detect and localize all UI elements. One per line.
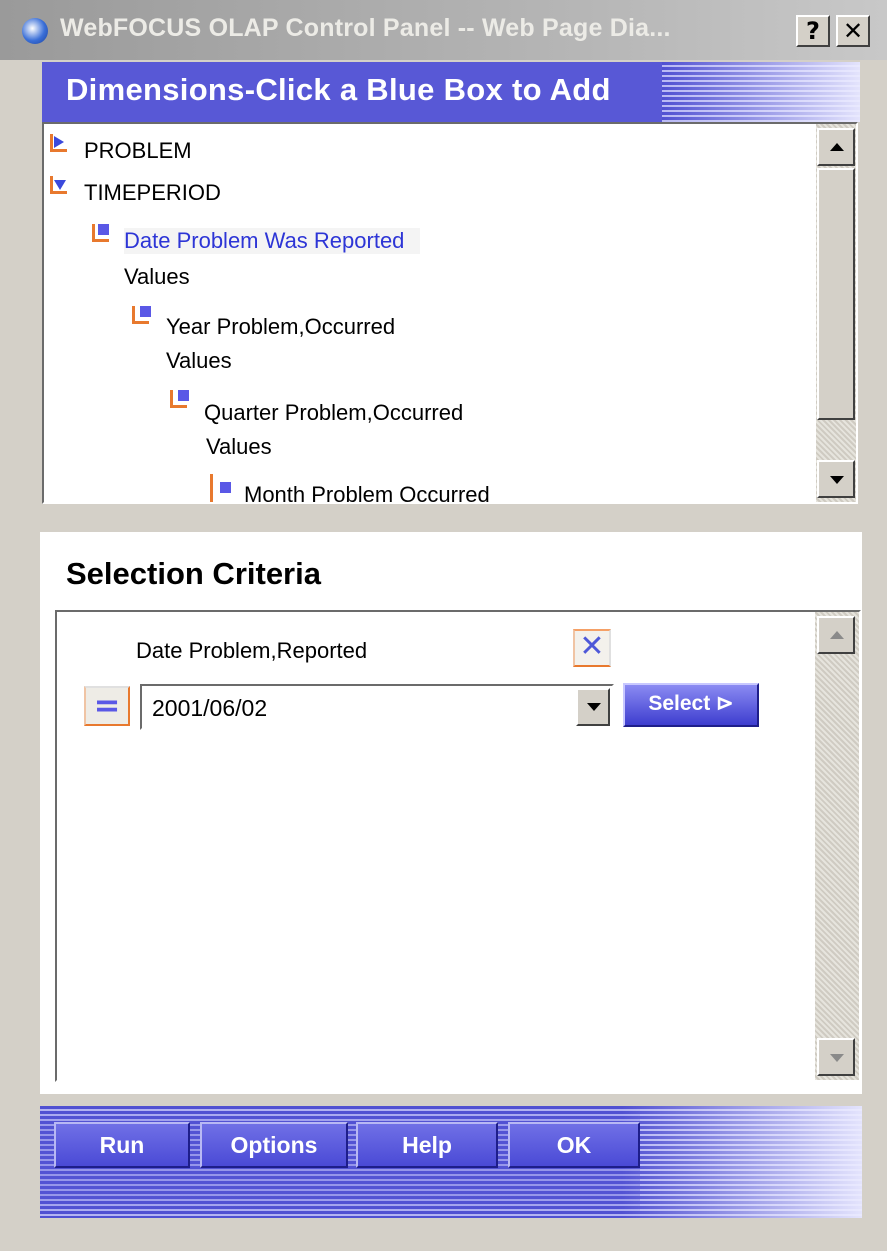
- scrollbar-thumb[interactable]: [817, 168, 855, 420]
- toolbar-fade: [622, 1106, 862, 1218]
- chevron-down-icon: [587, 703, 601, 711]
- add-dimension-box-icon[interactable]: [140, 306, 151, 317]
- tree-item-timeperiod[interactable]: TIMEPERIOD: [84, 180, 221, 206]
- ie-globe-icon: [22, 18, 48, 44]
- expand-arrow-icon[interactable]: [54, 136, 64, 148]
- criteria-field-label: Date Problem,Reported: [136, 638, 368, 663]
- select-values-button[interactable]: Select ⊳: [623, 683, 759, 727]
- dimensions-title: Dimensions-Click a Blue Box to Add: [66, 72, 611, 107]
- scroll-down-button[interactable]: [817, 460, 855, 498]
- dimensions-tree[interactable]: PROBLEM TIMEPERIOD Date Problem Was Repo…: [42, 122, 858, 504]
- selection-criteria-box: [55, 610, 861, 1082]
- tree-item-month-problem-occurred[interactable]: Month Problem Occurred: [244, 482, 490, 502]
- selection-criteria-title: Selection Criteria: [66, 556, 321, 591]
- close-window-button[interactable]: ✕: [836, 15, 870, 47]
- run-button[interactable]: Run: [54, 1122, 190, 1168]
- remove-criteria-button[interactable]: ✕: [573, 629, 611, 667]
- scroll-down-button[interactable]: [817, 1038, 855, 1076]
- dropdown-arrow-button[interactable]: [576, 688, 610, 726]
- add-dimension-box-icon[interactable]: [178, 390, 189, 401]
- scroll-up-button[interactable]: [817, 616, 855, 654]
- window-title-bar[interactable]: WebFOCUS OLAP Control Panel -- Web Page …: [0, 0, 887, 60]
- tree-item-problem[interactable]: PROBLEM: [84, 138, 192, 164]
- dimensions-header: Dimensions-Click a Blue Box to Add: [42, 62, 860, 122]
- dimensions-header-fade: [662, 62, 860, 122]
- window-title: WebFOCUS OLAP Control Panel -- Web Page …: [60, 14, 671, 42]
- scroll-up-button[interactable]: [817, 128, 855, 166]
- selection-scrollbar[interactable]: [815, 612, 859, 1080]
- add-dimension-box-icon[interactable]: [220, 482, 231, 493]
- help-button[interactable]: Help: [356, 1122, 498, 1168]
- criteria-value-dropdown[interactable]: 2001/06/02: [140, 684, 614, 730]
- tree-item-values-link[interactable]: Values: [124, 264, 190, 290]
- tree-item-values-link[interactable]: Values: [166, 348, 232, 374]
- ok-button[interactable]: OK: [508, 1122, 640, 1168]
- tree-item-quarter-problem-occurred[interactable]: Quarter Problem,Occurred: [204, 400, 463, 426]
- criteria-value: 2001/06/02: [152, 695, 268, 721]
- collapse-arrow-icon[interactable]: [54, 180, 66, 190]
- help-titlebar-button[interactable]: ?: [796, 15, 830, 47]
- add-dimension-box-icon[interactable]: [98, 224, 109, 235]
- tree-item-values-link[interactable]: Values: [206, 434, 272, 460]
- tree-item-year-problem-occurred[interactable]: Year Problem,Occurred: [166, 314, 395, 340]
- tree-item-date-problem-reported[interactable]: Date Problem Was Reported: [124, 228, 421, 254]
- options-button[interactable]: Options: [200, 1122, 348, 1168]
- operator-equals-button[interactable]: =: [84, 686, 130, 726]
